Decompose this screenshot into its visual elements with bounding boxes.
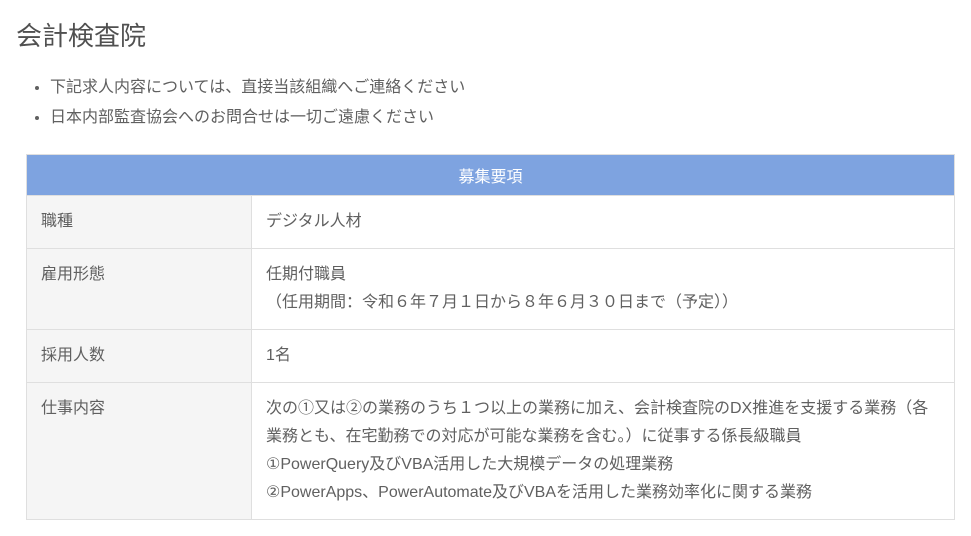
row-value: 次の①又は②の業務のうち１つ以上の業務に加え、会計検査院のDX推進を支援する業務… [252, 382, 955, 519]
row-value: 1名 [252, 329, 955, 382]
table-row: 採用人数 1名 [27, 329, 955, 382]
table-row: 雇用形態 任期付職員 （任用期間：令和６年７月１日から８年６月３０日まで（予定）… [27, 248, 955, 329]
row-label: 職種 [27, 195, 252, 248]
notice-list: 下記求人内容については、直接当該組織へご連絡ください 日本内部監査協会へのお問合… [50, 73, 955, 134]
row-label: 仕事内容 [27, 382, 252, 519]
table-row: 仕事内容 次の①又は②の業務のうち１つ以上の業務に加え、会計検査院のDX推進を支… [27, 382, 955, 519]
table-row: 職種 デジタル人材 [27, 195, 955, 248]
notice-item: 日本内部監査協会へのお問合せは一切ご遠慮ください [50, 103, 955, 133]
row-label: 雇用形態 [27, 248, 252, 329]
row-value: 任期付職員 （任用期間：令和６年７月１日から８年６月３０日まで（予定）） [252, 248, 955, 329]
row-label: 採用人数 [27, 329, 252, 382]
recruitment-table-wrap: 募集要項 職種 デジタル人材 雇用形態 任期付職員 （任用期間：令和６年７月１日… [26, 154, 955, 520]
row-value: デジタル人材 [252, 195, 955, 248]
page-title: 会計検査院 [16, 16, 955, 53]
table-header: 募集要項 [27, 154, 955, 195]
notice-item: 下記求人内容については、直接当該組織へご連絡ください [50, 73, 955, 103]
recruitment-table: 募集要項 職種 デジタル人材 雇用形態 任期付職員 （任用期間：令和６年７月１日… [26, 154, 955, 520]
